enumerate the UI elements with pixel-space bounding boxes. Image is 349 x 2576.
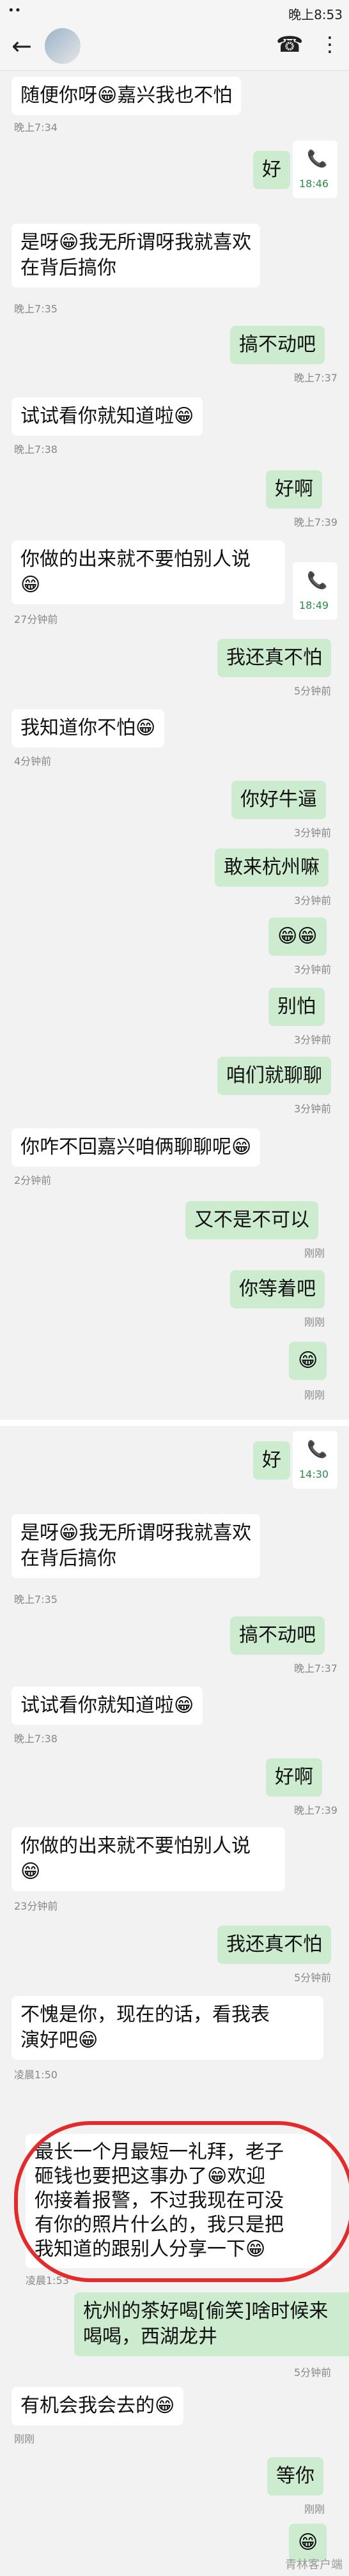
incoming-message[interactable]: 有机会我会去的😁 xyxy=(12,2387,184,2425)
call-record[interactable]: 📞 18:46 xyxy=(293,141,337,198)
message-time: 3分钟前 xyxy=(294,1034,332,1046)
outgoing-message[interactable]: 😁😁 xyxy=(268,917,327,956)
message-time: 晚上7:39 xyxy=(294,516,337,528)
outgoing-message[interactable]: 好啊 xyxy=(266,1758,322,1797)
message-time: 晚上7:35 xyxy=(14,303,58,315)
outgoing-message[interactable]: 好 xyxy=(253,151,290,189)
avatar[interactable] xyxy=(45,28,81,64)
message-time: 刚刚 xyxy=(14,2433,35,2445)
screenshot-divider xyxy=(0,1420,349,1426)
outgoing-message[interactable]: 你好牛逼 xyxy=(231,781,326,819)
back-arrow-icon[interactable]: ← xyxy=(12,32,32,60)
message-time: 刚刚 xyxy=(304,1247,325,1259)
phone-call-icon: 📞 xyxy=(307,150,328,169)
phone-icon[interactable]: ☎ xyxy=(276,32,303,57)
outgoing-message[interactable]: 😁 xyxy=(289,1342,327,1380)
message-time: 刚刚 xyxy=(304,1316,325,1328)
call-record[interactable]: 📞 18:49 xyxy=(293,562,337,620)
incoming-message[interactable]: 我知道你不怕😁 xyxy=(12,709,165,747)
message-time: 晚上7:35 xyxy=(14,1593,58,1606)
call-time: 14:30 xyxy=(299,1468,329,1480)
message-time: 3分钟前 xyxy=(294,827,332,839)
outgoing-message[interactable]: 我还真不怕 xyxy=(217,639,331,677)
phone-call-icon: 📞 xyxy=(307,1440,328,1459)
more-options-icon[interactable]: ⋮ xyxy=(320,32,340,56)
outgoing-message[interactable]: 咱们就聊聊 xyxy=(217,1057,331,1095)
incoming-message[interactable]: 你做的出来就不要怕别人说 😁 xyxy=(12,540,285,604)
incoming-message[interactable]: 试试看你就知道啦😁 xyxy=(12,397,203,436)
message-time: 4分钟前 xyxy=(14,755,52,767)
outgoing-message[interactable]: 又不是不可以 xyxy=(185,1201,318,1239)
message-time: 5分钟前 xyxy=(294,2366,332,2379)
incoming-message[interactable]: 是呀😁我无所谓呀我就喜欢 在背后搞你 xyxy=(12,224,261,288)
outgoing-message[interactable]: 别怕 xyxy=(268,988,325,1026)
message-time: 刚刚 xyxy=(304,1389,325,1401)
message-time: 晚上7:34 xyxy=(14,121,58,134)
message-time: 晚上7:38 xyxy=(14,1733,58,1745)
message-time: 5分钟前 xyxy=(294,685,332,697)
outgoing-message[interactable]: 我还真不怕 xyxy=(217,1926,331,1964)
outgoing-message[interactable]: 好 xyxy=(253,1441,290,1480)
message-time: 5分钟前 xyxy=(294,1972,332,1984)
status-indicators: •• xyxy=(8,4,22,17)
phone-call-icon: 📞 xyxy=(307,571,328,590)
message-time: 2分钟前 xyxy=(14,1174,52,1186)
chat-screen: •• 晚上8:53 ← ☎ ⋮ 随便你呀😁嘉兴我也不怕 晚上7:34 好 📞 1… xyxy=(0,0,349,2576)
message-time: 3分钟前 xyxy=(294,963,332,976)
incoming-message[interactable]: 试试看你就知道啦😁 xyxy=(12,1687,203,1725)
watermark: 青林客户端 xyxy=(285,2558,343,2572)
message-time: 晚上7:37 xyxy=(294,1662,337,1675)
status-time: 晚上8:53 xyxy=(288,7,343,22)
outgoing-message[interactable]: 搞不动吧 xyxy=(230,326,325,364)
outgoing-message[interactable]: 好啊 xyxy=(266,470,322,509)
message-time: 27分钟前 xyxy=(14,613,58,625)
message-time: 晚上7:37 xyxy=(294,372,337,384)
outgoing-message[interactable]: 你等着吧 xyxy=(230,1270,325,1308)
message-time: 3分钟前 xyxy=(294,1103,332,1115)
message-time: 3分钟前 xyxy=(294,894,332,907)
call-time: 18:49 xyxy=(299,599,329,611)
incoming-message[interactable]: 你做的出来就不要怕别人说 😁 xyxy=(12,1827,285,1891)
chat-header: ← ☎ ⋮ xyxy=(0,23,349,71)
message-time: 晚上7:39 xyxy=(294,1804,337,1816)
outgoing-message[interactable]: 等你 xyxy=(267,2457,323,2496)
incoming-message[interactable]: 你咋不回嘉兴咱俩聊聊呢😁 xyxy=(12,1128,261,1167)
status-bar: •• 晚上8:53 xyxy=(0,0,349,23)
outgoing-message[interactable]: 搞不动吧 xyxy=(230,1616,325,1655)
incoming-message[interactable]: 是呀😁我无所谓呀我就喜欢 在背后搞你 xyxy=(12,1514,261,1578)
red-highlight-circle xyxy=(14,2121,349,2282)
call-time: 18:46 xyxy=(299,178,329,190)
message-time: 凌晨1:50 xyxy=(14,2069,58,2081)
message-time: 晚上7:38 xyxy=(14,443,58,456)
call-record[interactable]: 📞 14:30 xyxy=(293,1431,337,1489)
incoming-message[interactable]: 不愧是你，现在的话，看我表 演好吧😁 xyxy=(12,1996,323,2060)
message-time: 刚刚 xyxy=(304,2503,325,2515)
incoming-message[interactable]: 随便你呀😁嘉兴我也不怕 xyxy=(12,77,242,115)
outgoing-message[interactable]: 敢来杭州嘛 xyxy=(215,848,329,887)
message-time: 23分钟前 xyxy=(14,1900,58,1912)
outgoing-message[interactable]: 杭州的茶好喝[偷笑]啥时候来 喝喝，西湖龙井 xyxy=(74,2292,349,2356)
